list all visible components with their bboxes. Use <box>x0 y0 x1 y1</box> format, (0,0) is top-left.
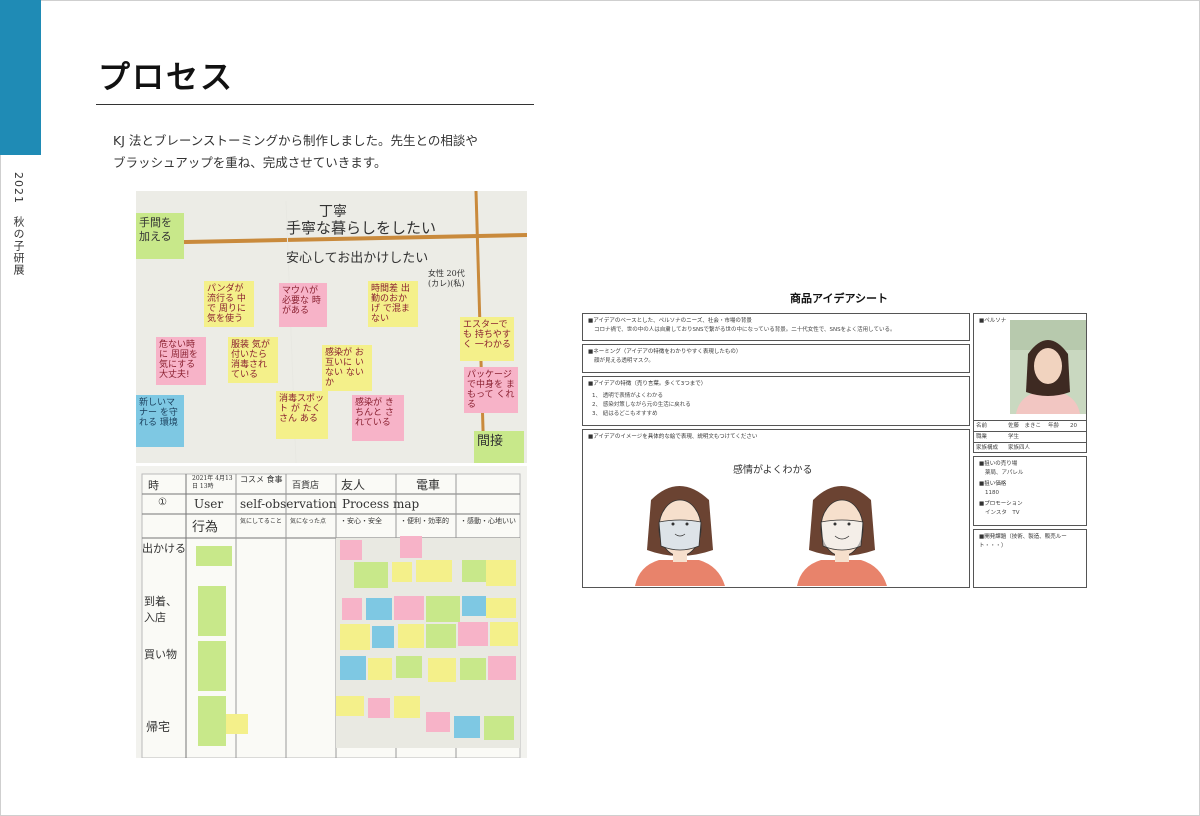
side-label: 2021 秋の子研展 <box>12 172 25 276</box>
map-row1-process: Process map <box>342 497 420 511</box>
price-value: 1180 <box>985 490 999 496</box>
side-accent-bar <box>0 0 41 155</box>
board-heading-4: 安心してお出かけしたい <box>286 251 429 266</box>
sticky-note: 間接 <box>474 431 524 463</box>
map-row2-care: 気にしてること <box>240 518 282 525</box>
intro-text: KJ 法とブレーンストーミングから制作しました。先生との相談や ブラッシュアップ… <box>113 130 493 174</box>
needs-section: ■アイデアのベースとした、ペルソナのニーズ、社会・市場の背景 コロナ禍で、世の中… <box>582 313 970 341</box>
sticky-note: 危ない時に 周囲を 気にする 大丈夫! <box>156 337 206 385</box>
dev-heading: ■開発課題（技術、製造、販売ルート・・・） <box>979 534 1067 549</box>
map-row-arrive: 到着、入店 <box>144 595 177 624</box>
family-value: 家族四人 <box>1008 445 1031 451</box>
mask-illustration <box>635 486 887 586</box>
persona-job-row: 職業 学生 <box>974 432 1086 443</box>
naming-section: ■ネーミング（アイデアの特徴をわかりやすく表現したもの） 顔が見える透明マスク。 <box>582 344 970 373</box>
map-header-train: 電車 <box>416 478 441 492</box>
needs-body: コロナ禍で、世の中の人は自粛しておりSNSで繋がる世の中になっている背景。二十代… <box>594 327 896 333</box>
map-row-go-out: 出かける <box>142 542 186 555</box>
sticky-note: 時間差 出勤のおかげ で混まない <box>368 281 418 327</box>
place-value: 薬局、アパレル <box>985 470 1024 476</box>
sticky-note: マウハが 必要な 時がある <box>279 283 327 327</box>
page-title: プロセス <box>98 58 235 96</box>
map-row2-moved: ・感動・心地いい <box>460 517 516 525</box>
price-heading: ■狙い価格 <box>979 481 1007 487</box>
family-label: 家族構成 <box>976 445 999 451</box>
name-value: 佐藤 まきこ <box>1008 423 1042 429</box>
place-heading: ■狙いの売り場 <box>979 461 1018 467</box>
sticky-note: エスターでも 持ちやすく 一わかる <box>460 317 514 361</box>
idea-sheet-title: 商品アイデアシート <box>790 292 889 305</box>
map-header-time: 時 <box>148 479 159 492</box>
job-label: 職業 <box>976 434 988 440</box>
needs-heading: ■アイデアのベースとした、ペルソナのニーズ、社会・市場の背景 <box>588 318 752 324</box>
sticky-note: パッケージ で中身を まもって くれる <box>464 367 518 413</box>
title-divider <box>96 104 534 105</box>
image-caption: 感情がよくわかる <box>733 465 813 476</box>
development-section: ■開発課題（技術、製造、販売ルート・・・） <box>973 529 1087 588</box>
map-row2-safe: ・安心・安全 <box>340 517 382 525</box>
sticky-note: 感染が お互いに いない ないか <box>322 345 372 391</box>
map-row1-observation: self-observation <box>240 497 337 511</box>
process-map-photo: 時 2021年 4月13日 13時 コスメ 食事 百貨店 友人 電車 ① Use… <box>136 466 527 758</box>
naming-heading: ■ネーミング（アイデアの特徴をわかりやすく表現したもの） <box>588 349 742 355</box>
naming-body: 顔が見える透明マスク。 <box>594 358 654 364</box>
sticky-note: 感染が きちんと されている <box>352 395 404 441</box>
map-header-date: 2021年 4月13日 13時 <box>192 475 233 490</box>
map-row-shopping: 買い物 <box>144 648 177 661</box>
map-header-friend: 友人 <box>341 478 366 492</box>
intro-line-1: KJ 法とブレーンストーミングから制作しました。先生との相談や <box>113 133 478 148</box>
promo-value: インスタ TV <box>985 510 1020 516</box>
map-row2-action: 行為 <box>192 520 219 535</box>
map-row2-convenient: ・便利・効率的 <box>400 517 449 525</box>
job-value: 学生 <box>1008 434 1020 440</box>
age-label: 年齢 <box>1048 423 1060 429</box>
feature-item: 1、 透明で表情がよくわかる <box>592 393 663 399</box>
sticky-note: パンダが流行る 中で 周りに 気を使う <box>204 281 254 327</box>
name-label: 名前 <box>976 423 988 429</box>
board-side-note: 女性 20代 (カレ)(私) <box>428 269 465 288</box>
map-row2-notice: 気になった点 <box>290 518 327 525</box>
features-heading: ■アイデアの特徴（売り言葉。多くて3つまで） <box>588 381 707 387</box>
map-header-store: 百貨店 <box>292 481 320 491</box>
image-section: ■アイデアのイメージを具体的な絵で表現、説明文もつけてください 感情がよくわかる <box>582 429 970 588</box>
feature-item: 3、 紐はるどこもオすすめ <box>592 411 658 417</box>
persona-section: ■ペルソナ 名前 佐藤 まきこ 年齢 20 職業 学生 家族構成 家族四人 <box>973 313 1087 453</box>
image-heading: ■アイデアのイメージを具体的な絵で表現、説明文もつけてください <box>588 434 758 440</box>
age-value: 20 <box>1070 423 1077 429</box>
map-row-return: 帰宅 <box>146 720 171 734</box>
features-section: ■アイデアの特徴（売り言葉。多くて3つまで） 1、 透明で表情がよくわかる 2、… <box>582 376 970 426</box>
map-header-cosme: コスメ 食事 <box>240 475 283 484</box>
persona-name-row: 名前 佐藤 まきこ 年齢 20 <box>974 421 1086 432</box>
kj-method-photo: 手間を加える 丁寧 手寧な暮らしをしたい 安心してお出かけしたい 女性 20代 … <box>136 191 527 463</box>
sticky-note-heading: 手間を加える <box>136 213 184 259</box>
sticky-note: 消毒スポット が たくさん ある <box>276 391 328 439</box>
feature-item: 2、 感染対策しながら元の生活に戻れる <box>592 402 691 408</box>
marketing-section: ■狙いの売り場 薬局、アパレル ■狙い価格 1180 ■プロモーション インスタ… <box>973 456 1087 526</box>
persona-family-row: 家族構成 家族四人 <box>974 443 1086 454</box>
persona-details: 名前 佐藤 まきこ 年齢 20 職業 学生 家族構成 家族四人 <box>974 420 1086 453</box>
sticky-note: 服装 気が付いたら 消毒されている <box>228 337 278 383</box>
map-row1-user: User <box>194 497 224 511</box>
promo-heading: ■プロモーション <box>979 501 1023 507</box>
map-row1-num: ① <box>158 497 167 508</box>
sticky-note: 新しいマナー を守れる 環境 <box>136 395 184 447</box>
intro-line-2: ブラッシュアップを重ね、完成させていきます。 <box>113 155 387 170</box>
persona-photo <box>1010 320 1086 414</box>
board-heading-3: 手寧な暮らしをしたい <box>286 219 437 237</box>
